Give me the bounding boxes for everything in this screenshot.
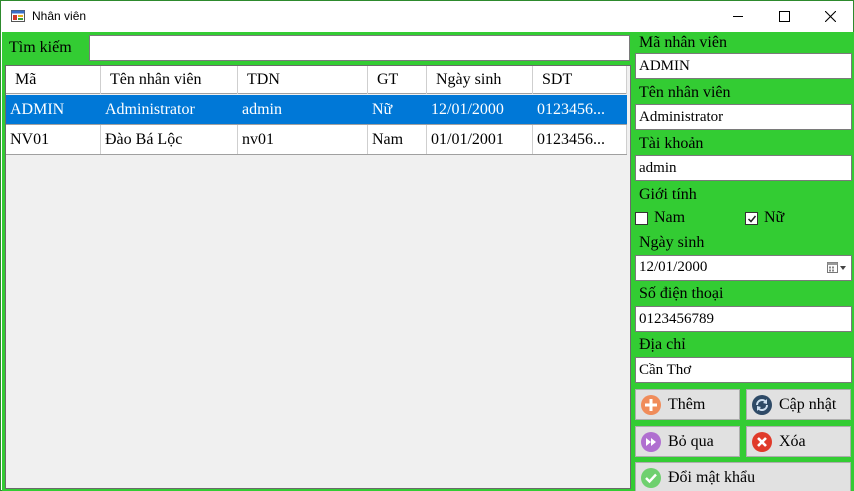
account-label: Tài khoản: [639, 135, 704, 152]
birthdate-picker[interactable]: 12/01/2000: [635, 255, 852, 281]
column-header-gt[interactable]: GT: [368, 66, 427, 94]
cell-gt[interactable]: Nữ: [368, 95, 427, 124]
maximize-button[interactable]: [761, 1, 807, 32]
minimize-icon: [732, 16, 743, 17]
birthdate-value: 12/01/2000: [639, 259, 708, 275]
table-row[interactable]: NV01 Đào Bá Lộc nv01 Nam 01/01/2001 0123…: [6, 125, 627, 155]
minimize-button[interactable]: [715, 1, 761, 32]
cell-ma[interactable]: NV01: [6, 125, 101, 154]
main-window: Nhân viên Tìm kiếm Mã Tên nhân viên TDN …: [0, 0, 854, 491]
skip-button[interactable]: Bỏ qua: [635, 426, 740, 457]
close-button[interactable]: [807, 1, 853, 32]
checkmark-icon: [747, 215, 757, 223]
cell-ngaysinh[interactable]: 12/01/2000: [427, 95, 533, 124]
calendar-dropdown-icon[interactable]: [827, 261, 847, 275]
column-header-tdn[interactable]: TDN: [238, 66, 368, 94]
checkbox-box[interactable]: [745, 211, 758, 225]
cell-tdn[interactable]: admin: [238, 95, 368, 124]
add-button-label: Thêm: [668, 395, 706, 413]
employee-name-label: Tên nhân viên: [639, 84, 731, 101]
app-window-icon: [11, 10, 25, 22]
plus-circle-icon: [641, 394, 661, 415]
change-password-button-label: Đổi mật khẩu: [668, 468, 756, 486]
column-header-ten[interactable]: Tên nhân viên: [101, 66, 238, 94]
employee-id-label: Mã nhân viên: [639, 34, 727, 51]
column-header-ma[interactable]: Mã: [6, 66, 101, 94]
gender-male-label: Nam: [654, 209, 686, 226]
cell-ten[interactable]: Đào Bá Lộc: [101, 125, 238, 154]
phone-field[interactable]: [635, 306, 852, 332]
employee-id-field[interactable]: [635, 53, 852, 79]
cell-ma[interactable]: ADMIN: [6, 95, 101, 124]
delete-button[interactable]: Xóa: [746, 426, 851, 457]
window-title: Nhân viên: [32, 9, 87, 23]
check-circle-icon: [641, 467, 661, 488]
form-client-area: Tìm kiếm Mã Tên nhân viên TDN GT Ngày si…: [2, 32, 854, 491]
title-bar: Nhân viên: [1, 1, 853, 32]
column-header-sdt[interactable]: SDT: [533, 66, 627, 94]
grid-header: Mã Tên nhân viên TDN GT Ngày sinh SDT: [6, 66, 627, 94]
delete-button-label: Xóa: [779, 432, 806, 450]
maximize-icon: [778, 11, 790, 22]
update-button-label: Cập nhật: [779, 395, 837, 413]
change-password-button[interactable]: Đổi mật khẩu: [635, 462, 851, 491]
skip-forward-icon: [641, 431, 661, 452]
employee-name-field[interactable]: [635, 104, 852, 130]
add-button[interactable]: Thêm: [635, 389, 740, 420]
skip-button-label: Bỏ qua: [668, 432, 714, 450]
cell-tdn[interactable]: nv01: [238, 125, 368, 154]
gender-label: Giới tính: [639, 186, 697, 203]
cell-sdt[interactable]: 0123456...: [533, 95, 627, 124]
cell-sdt[interactable]: 0123456...: [533, 125, 627, 154]
search-input[interactable]: [89, 35, 630, 61]
cell-ten[interactable]: Administrator: [101, 95, 238, 124]
birthdate-label: Ngày sinh: [639, 234, 705, 251]
gender-female-checkbox[interactable]: Nữ: [745, 209, 784, 227]
address-field[interactable]: [635, 357, 852, 383]
search-label: Tìm kiếm: [9, 39, 72, 56]
gender-male-checkbox[interactable]: Nam: [635, 209, 685, 227]
table-row[interactable]: ADMIN Administrator admin Nữ 12/01/2000 …: [6, 95, 627, 125]
update-button[interactable]: Cập nhật: [746, 389, 851, 420]
gender-female-label: Nữ: [764, 209, 785, 226]
delete-x-icon: [752, 431, 772, 452]
close-icon: [824, 11, 836, 22]
account-field[interactable]: [635, 155, 852, 181]
phone-label: Số điện thoại: [639, 285, 724, 302]
address-label: Địa chỉ: [639, 336, 686, 353]
column-header-ngaysinh[interactable]: Ngày sinh: [427, 66, 533, 94]
checkbox-box[interactable]: [635, 211, 648, 225]
cell-ngaysinh[interactable]: 01/01/2001: [427, 125, 533, 154]
employee-grid[interactable]: Mã Tên nhân viên TDN GT Ngày sinh SDT AD…: [5, 65, 631, 489]
cell-gt[interactable]: Nam: [368, 125, 427, 154]
refresh-icon: [752, 394, 772, 415]
